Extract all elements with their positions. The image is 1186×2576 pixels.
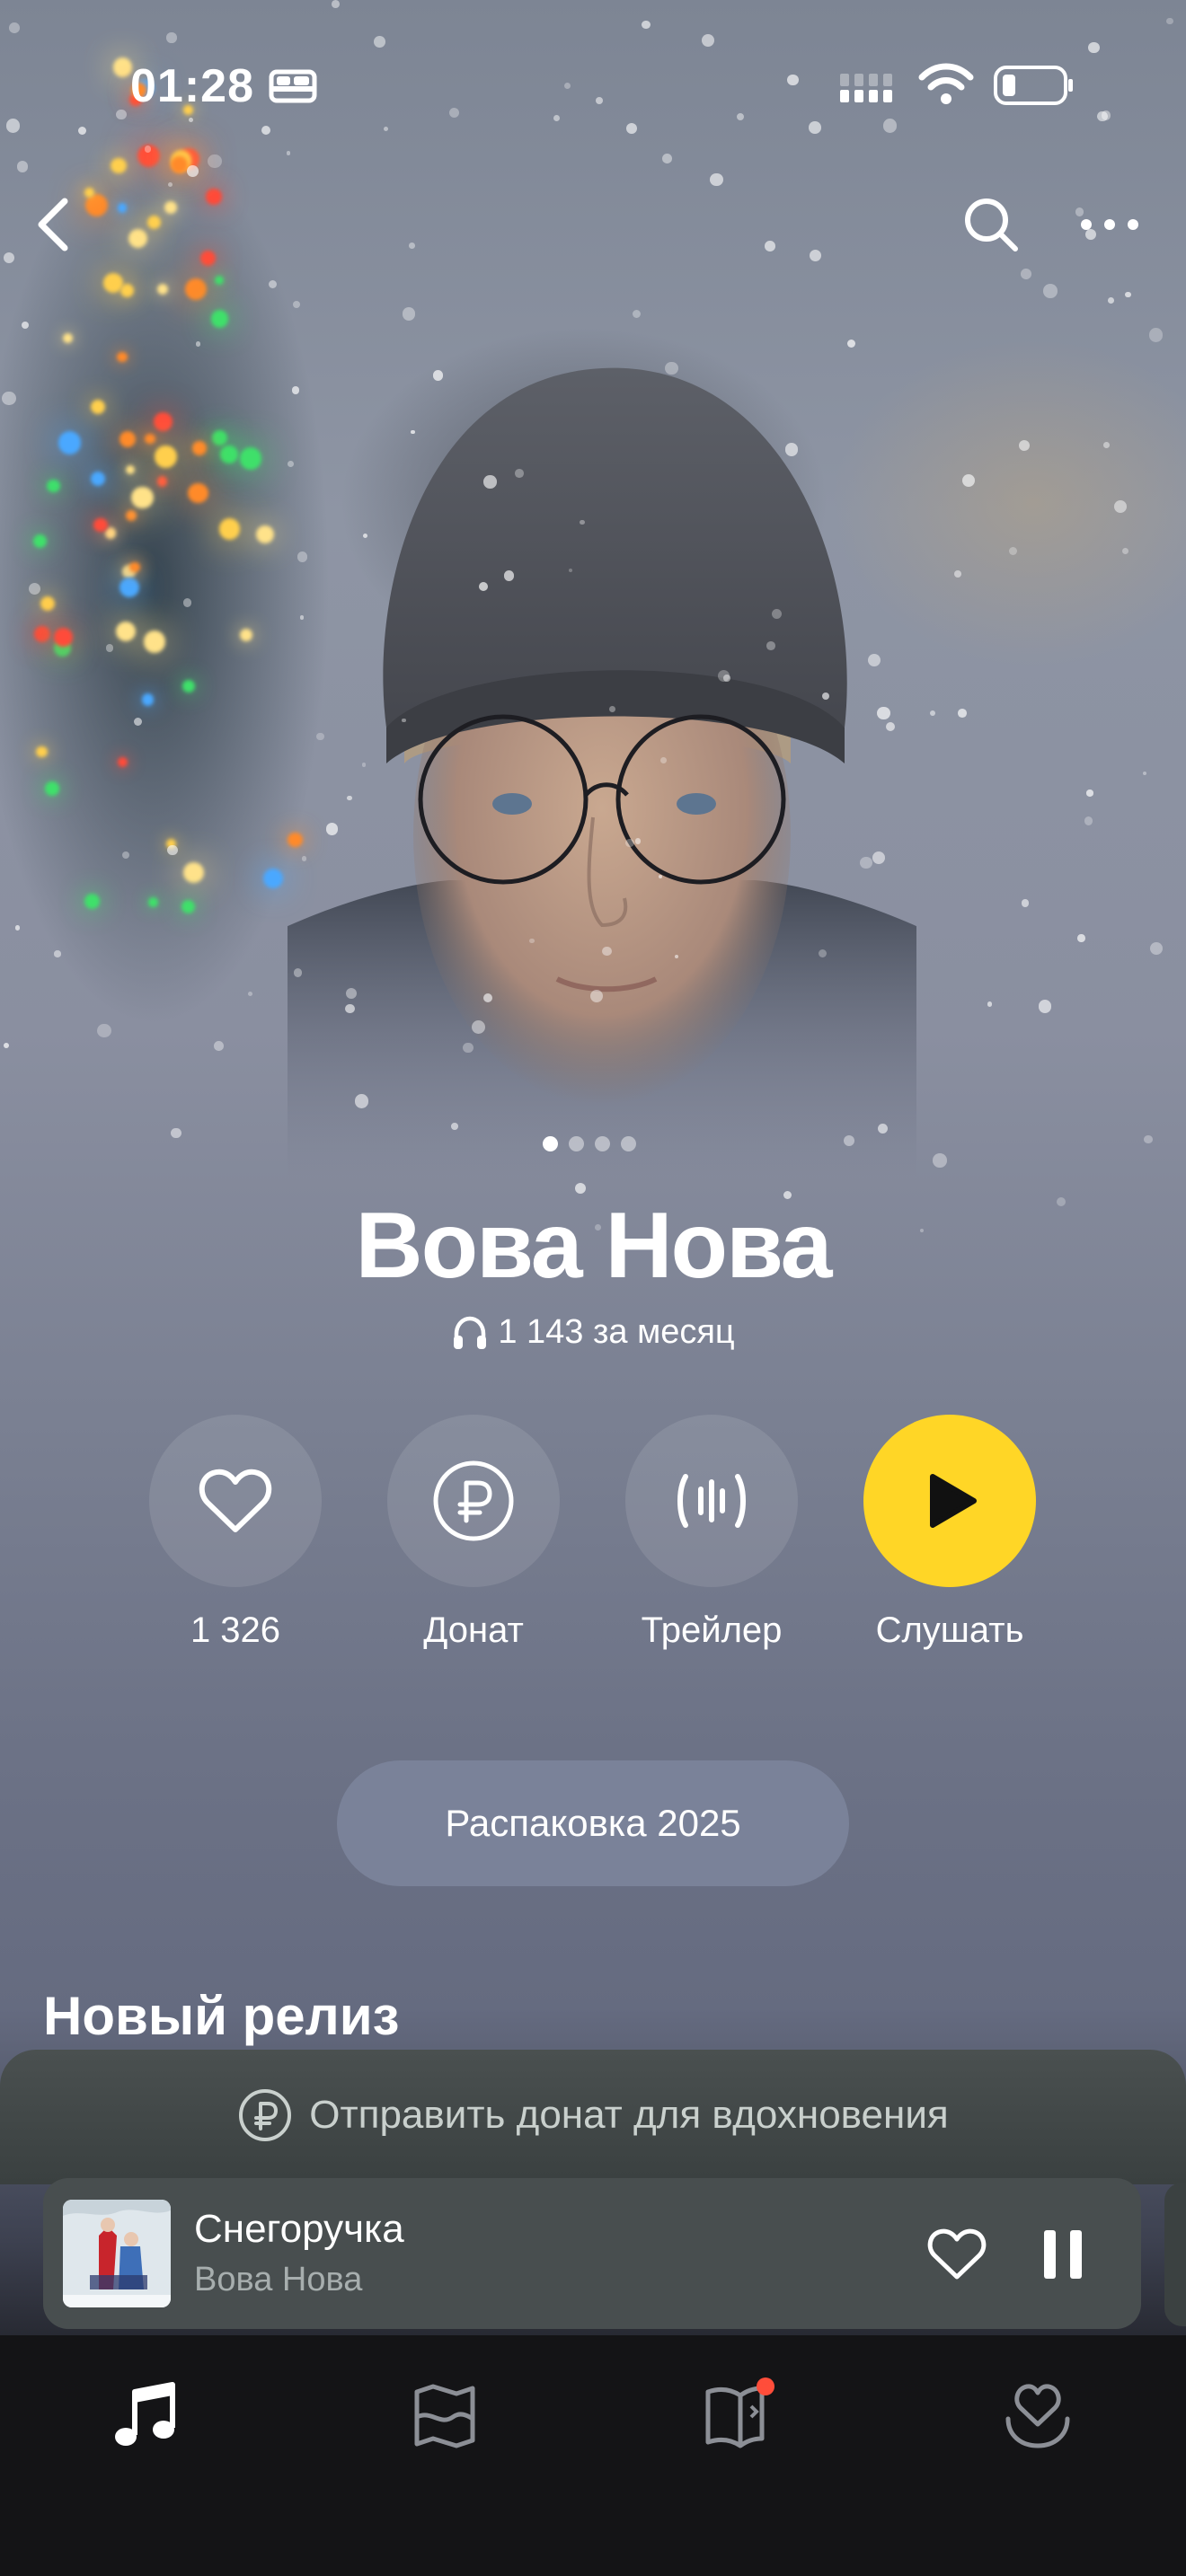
gallery-dot[interactable]: [569, 1136, 584, 1151]
bottom-tab-bar: [0, 2335, 1186, 2576]
like-track-icon[interactable]: [925, 2223, 988, 2286]
unpack-2025-button[interactable]: Распаковка 2025: [337, 1760, 849, 1886]
book-notification-icon[interactable]: [701, 2376, 782, 2457]
gallery-dot[interactable]: [621, 1136, 636, 1151]
gallery-dot[interactable]: [595, 1136, 610, 1151]
trailer-label: Трейлер: [641, 1610, 783, 1650]
like-artist-button[interactable]: 1 326: [146, 1415, 325, 1651]
gallery-dot[interactable]: [543, 1136, 558, 1151]
next-player-card: [1164, 2183, 1186, 2326]
snowfall: [0, 0, 1186, 1257]
donate-button[interactable]: Донат: [384, 1415, 563, 1651]
photo-gallery-indicator[interactable]: [543, 1136, 636, 1154]
donate-label: Донат: [423, 1610, 524, 1650]
sleep-mode-icon: [269, 69, 317, 103]
monthly-listeners: 1 143 за месяц: [0, 1313, 1186, 1352]
cover-art: [63, 2200, 171, 2307]
like-count: 1 326: [190, 1610, 281, 1650]
ruble-icon: [433, 1460, 514, 1541]
pause-icon[interactable]: [1031, 2223, 1094, 2286]
artist-actions: 1 326 Донат Трейлер Слушать: [0, 1415, 1186, 1666]
more-options-icon[interactable]: [1074, 202, 1146, 247]
map-icon[interactable]: [404, 2376, 485, 2457]
search-icon[interactable]: [960, 193, 1022, 256]
artist-name: Вова Нова: [355, 1194, 833, 1298]
donate-banner-text: Отправить донат для вдохновения: [309, 2093, 949, 2137]
donate-banner[interactable]: Отправить донат для вдохновения: [0, 2050, 1186, 2184]
music-note-icon[interactable]: [106, 2376, 187, 2457]
battery-icon: [994, 66, 1073, 105]
listen-label: Слушать: [875, 1610, 1024, 1650]
heart-icon: [199, 1469, 272, 1532]
track-title: Снегоручка: [194, 2207, 404, 2251]
status-bar: 01:28: [0, 52, 1186, 124]
status-time: 01:28: [130, 60, 254, 112]
wifi-icon: [918, 63, 974, 104]
play-icon: [930, 1474, 977, 1528]
monthly-listeners-text: 1 143 за месяц: [498, 1313, 735, 1351]
track-artist: Вова Нова: [194, 2261, 363, 2298]
track-cover: [63, 2200, 171, 2307]
new-release-title: Новый релиз: [43, 1986, 400, 2046]
heart-collection-icon[interactable]: [997, 2376, 1078, 2457]
waveform-icon: [677, 1474, 746, 1528]
ruble-icon: [239, 2089, 292, 2141]
headphones-icon: [454, 1316, 487, 1349]
listen-button[interactable]: Слушать: [860, 1415, 1040, 1651]
trailer-button[interactable]: Трейлер: [622, 1415, 801, 1651]
mini-player[interactable]: Снегоручка Вова Нова: [43, 2178, 1141, 2329]
cellular-signal-icon: [840, 74, 892, 102]
back-button[interactable]: [27, 189, 81, 260]
